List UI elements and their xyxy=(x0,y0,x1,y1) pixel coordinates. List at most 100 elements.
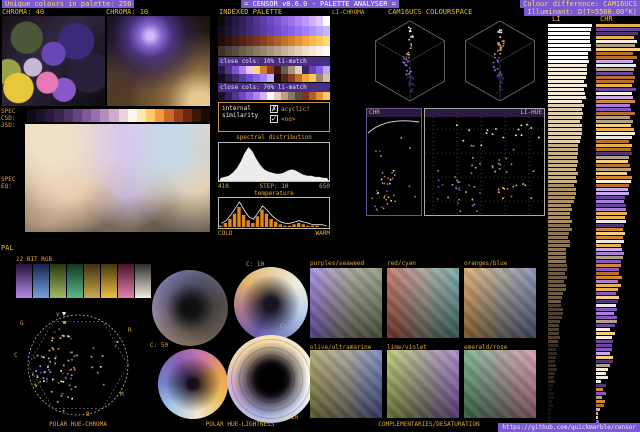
chroma-bar xyxy=(596,188,628,191)
temp-bar xyxy=(223,223,227,227)
colour-dot xyxy=(502,45,504,47)
colour-dot xyxy=(411,88,413,91)
close-match-swatch xyxy=(260,74,267,82)
chroma-bar xyxy=(596,324,616,327)
colour-dot xyxy=(437,170,440,172)
colour-dot xyxy=(39,381,41,383)
colour-dot xyxy=(375,150,377,152)
temp-bar xyxy=(278,224,282,227)
palette-swatch xyxy=(218,36,225,46)
colour-dot xyxy=(71,358,73,361)
lightness-bar xyxy=(548,212,571,215)
spectrum-segment xyxy=(127,109,137,122)
wheel-label-c50-b: C: 50 xyxy=(150,342,169,349)
colour-dot xyxy=(409,147,411,149)
colour-dot xyxy=(505,157,508,160)
colour-dot xyxy=(55,355,57,358)
chroma-bar xyxy=(596,412,599,415)
palette-swatch xyxy=(274,46,281,56)
colour-dot xyxy=(494,68,497,71)
chroma-bar xyxy=(596,320,618,323)
chroma-bar xyxy=(596,208,626,211)
colour-dot xyxy=(502,197,504,200)
temp-bar xyxy=(306,225,310,227)
close-match-swatch xyxy=(274,66,281,74)
palette-swatch xyxy=(239,16,246,26)
colour-dot xyxy=(411,35,414,37)
colour-dot xyxy=(470,144,473,147)
colour-dot xyxy=(538,136,540,139)
close-match-swatch xyxy=(323,66,330,74)
no-checkbox[interactable]: ✓ xyxy=(270,115,278,123)
palette-swatch xyxy=(260,46,267,56)
spectral-histogram xyxy=(219,147,329,181)
close-match-swatch xyxy=(218,66,225,74)
colour-dot xyxy=(410,36,412,38)
lightness-bar xyxy=(548,84,588,87)
chroma-bar xyxy=(596,64,636,67)
lightness-bar xyxy=(548,332,560,335)
chroma-bar xyxy=(596,60,633,63)
temp-bar xyxy=(246,220,250,227)
github-url[interactable]: https://github.com/quickmarble/censor xyxy=(498,423,640,432)
colourspace-projection-2 xyxy=(465,20,535,102)
similarity-options: ✗ acyclic? ✓ <no> xyxy=(270,105,310,129)
chroma-bar xyxy=(596,220,626,223)
palette-swatch xyxy=(218,26,225,36)
rgb12-swatch xyxy=(50,264,66,298)
close-match-swatch xyxy=(309,66,316,74)
lightness-bar xyxy=(548,284,566,287)
hue-pointer xyxy=(62,312,66,316)
chroma-bar xyxy=(596,376,608,379)
close-match-swatch xyxy=(281,92,288,100)
close-cols-10-bar: close cols: 10% li-match xyxy=(218,57,330,66)
lightness-bar xyxy=(548,176,577,179)
colour-dot xyxy=(67,359,70,362)
chroma-bar xyxy=(596,160,628,163)
chroma-bar xyxy=(596,296,619,299)
palette-swatch xyxy=(302,36,309,46)
chroma-bar xyxy=(596,316,617,319)
chroma-bar xyxy=(596,364,611,367)
colour-dot xyxy=(52,348,55,351)
lightness-bar xyxy=(548,336,561,339)
colour-dot xyxy=(69,351,72,354)
close-match-swatch xyxy=(323,92,330,100)
colour-dot xyxy=(57,381,60,384)
chroma-bar xyxy=(596,108,632,111)
chroma-bar xyxy=(596,96,633,99)
acyclic-checkbox[interactable]: ✗ xyxy=(270,105,278,113)
lightness-bar xyxy=(548,76,586,79)
chroma-bar xyxy=(596,128,635,131)
chroma-bar xyxy=(596,284,622,287)
complementaries-grid: purples/seaweed red/cyan oranges/blue olive… xyxy=(310,260,540,420)
jsd-label: JSD: xyxy=(1,122,16,129)
colour-dot xyxy=(386,203,389,205)
temp-bar xyxy=(301,224,305,227)
rgb12-swatch xyxy=(118,264,134,298)
chroma-40-label: CHROMA: 40 xyxy=(2,8,45,16)
colour-dot xyxy=(479,162,481,165)
colour-dot xyxy=(458,187,460,189)
rgb12-swatch-row xyxy=(16,264,156,298)
close-match-swatch xyxy=(295,74,302,82)
lightness-bar xyxy=(548,376,555,379)
palette-swatch xyxy=(253,46,260,56)
colour-dot xyxy=(458,198,460,201)
colour-dot xyxy=(410,83,412,85)
chroma-bar xyxy=(596,380,601,383)
colour-dot xyxy=(520,124,523,127)
colour-dot xyxy=(524,184,526,187)
colour-dot xyxy=(376,209,378,211)
colour-dot xyxy=(530,127,533,129)
pal-label: PAL xyxy=(1,244,14,252)
colour-dot xyxy=(400,137,403,139)
lightness-bar xyxy=(548,292,563,295)
temperature-plot xyxy=(218,197,330,229)
colour-dot xyxy=(498,31,501,33)
chroma-bar xyxy=(596,104,631,107)
palette-swatch xyxy=(274,16,281,26)
colour-dot xyxy=(70,337,73,340)
chroma-bar xyxy=(596,248,622,251)
lightness-bar xyxy=(548,80,585,83)
